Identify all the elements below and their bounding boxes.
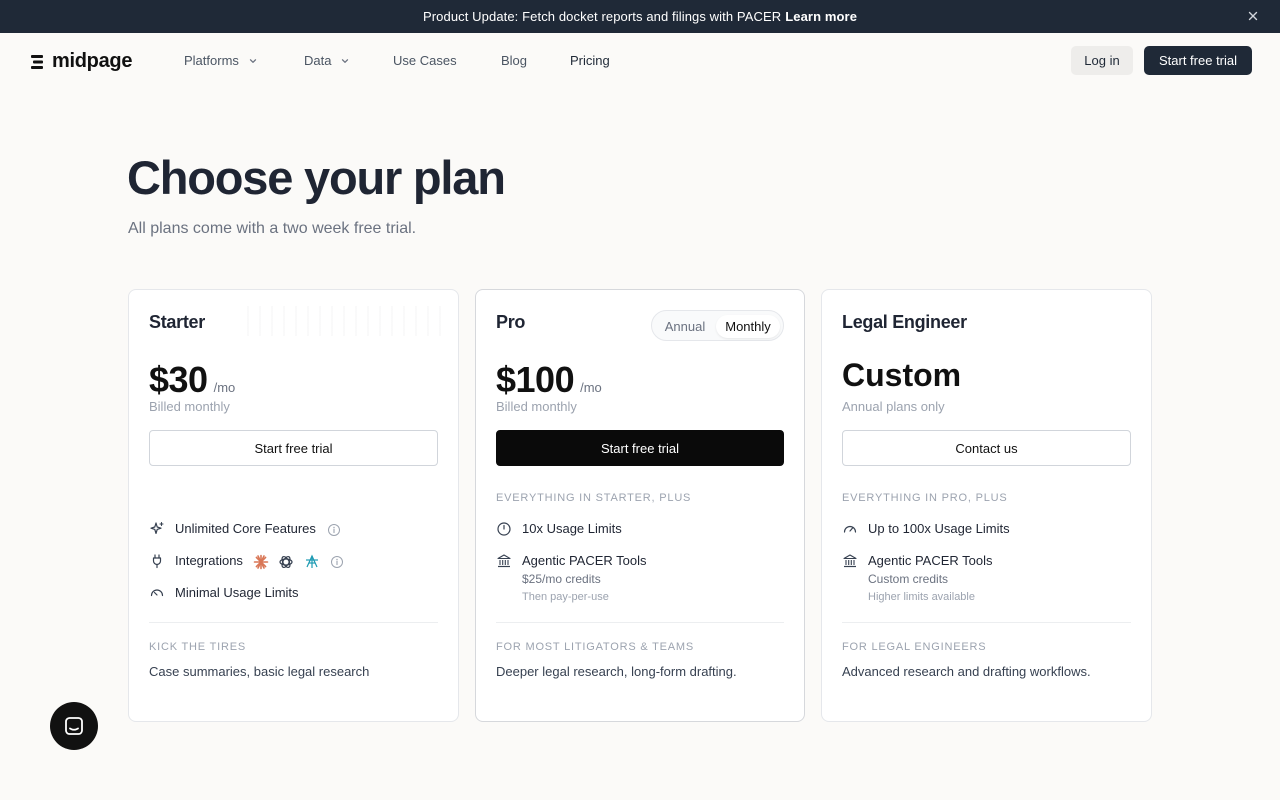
sparkle-icon xyxy=(149,521,165,537)
chevron-down-icon xyxy=(342,58,349,63)
start-free-trial-button[interactable]: Start free trial xyxy=(496,430,784,466)
bank-icon xyxy=(842,553,858,569)
plan-price: $30 /mo xyxy=(149,359,235,401)
login-button[interactable]: Log in xyxy=(1071,46,1133,75)
nav-item-label: Data xyxy=(304,53,332,68)
feature-text: Agentic PACER Tools xyxy=(522,553,647,568)
nav-item-label: Platforms xyxy=(184,53,239,68)
bank-icon xyxy=(496,553,512,569)
chat-icon xyxy=(65,717,83,735)
plan-card-pro: Pro Annual Monthly $100 /mo Billed month… xyxy=(475,289,805,722)
feature-subtext: $25/mo credits xyxy=(522,572,601,586)
plan-name: Starter xyxy=(149,312,205,332)
plan-name: Legal Engineer xyxy=(842,312,967,332)
billing-note: Annual plans only xyxy=(842,399,945,414)
price-amount: $30 xyxy=(149,359,208,400)
plan-price: $100 /mo xyxy=(496,359,602,401)
divider xyxy=(842,622,1131,623)
gauge-icon xyxy=(496,521,512,537)
logo[interactable]: midpage xyxy=(31,50,132,73)
price-period: /mo xyxy=(213,380,236,395)
announcement-banner: Product Update: Fetch docket reports and… xyxy=(0,0,1280,33)
divider xyxy=(149,622,438,623)
billing-note: Billed monthly xyxy=(149,399,230,414)
divider xyxy=(496,622,784,623)
plan-card-starter: Starter $30 /mo Billed monthly Start fre… xyxy=(128,289,459,722)
billing-note: Billed monthly xyxy=(496,399,577,414)
nav-item-label: Blog xyxy=(501,53,528,68)
info-icon[interactable] xyxy=(327,523,341,537)
nav-item-label: Pricing xyxy=(570,53,610,68)
claude-logo-icon xyxy=(253,554,269,570)
feature-text: Minimal Usage Limits xyxy=(175,585,299,600)
section-label: EVERYTHING IN PRO, PLUS xyxy=(842,492,1008,504)
feature-item: Agentic PACER Tools $25/mo credits Then … xyxy=(496,553,647,605)
section-label: EVERYTHING IN STARTER, PLUS xyxy=(496,492,692,504)
billing-period-toggle: Annual Monthly xyxy=(651,310,784,341)
feature-text: Agentic PACER Tools xyxy=(868,553,993,568)
feature-footnote: Then pay-per-use xyxy=(522,591,609,603)
banner-text: Product Update: Fetch docket reports and… xyxy=(422,9,782,24)
feature-text: Unlimited Core Features xyxy=(175,521,316,536)
logo-icon xyxy=(31,54,43,69)
gauge-icon xyxy=(842,521,858,537)
contact-us-button[interactable]: Contact us xyxy=(842,430,1131,466)
billing-toggle-annual[interactable]: Annual xyxy=(656,315,714,338)
info-icon[interactable] xyxy=(330,555,344,569)
gauge-icon xyxy=(149,585,165,601)
feature-item: Unlimited Core Features xyxy=(149,521,341,537)
feature-item: Agentic PACER Tools Custom credits Highe… xyxy=(842,553,993,605)
feature-text: 10x Usage Limits xyxy=(522,521,622,536)
start-free-trial-button[interactable]: Start free trial xyxy=(149,430,438,466)
plug-icon xyxy=(149,553,165,569)
feature-subtext: Custom credits xyxy=(868,572,949,586)
nav-item-data[interactable]: Data xyxy=(304,53,350,68)
banner-learn-more-link[interactable]: Learn more xyxy=(785,9,857,24)
feature-item: 10x Usage Limits xyxy=(496,521,622,537)
plan-audience-label: KICK THE TIRES xyxy=(149,641,246,653)
logo-text: midpage xyxy=(52,50,133,72)
price-period: /mo xyxy=(580,380,602,395)
feature-text: Up to 100x Usage Limits xyxy=(868,521,1010,536)
plan-audience-description: Case summaries, basic legal research xyxy=(149,664,370,679)
plan-name: Pro xyxy=(496,312,526,332)
plan-card-legal-engineer: Legal Engineer Custom Annual plans only … xyxy=(821,289,1152,722)
nav-item-pricing[interactable]: Pricing xyxy=(570,53,610,68)
billing-toggle-monthly[interactable]: Monthly xyxy=(716,315,780,338)
feature-text: Integrations xyxy=(175,553,243,568)
nav-item-use-cases[interactable]: Use Cases xyxy=(393,53,457,68)
feature-item: Integrations xyxy=(149,553,344,570)
plan-audience-label: FOR MOST LITIGATORS & TEAMS xyxy=(496,641,695,653)
openai-logo-icon xyxy=(278,554,294,570)
price-amount: $100 xyxy=(496,359,575,400)
nav-item-platforms[interactable]: Platforms xyxy=(184,53,258,68)
plan-audience-description: Advanced research and drafting workflows… xyxy=(842,664,1091,679)
chat-launcher-button[interactable] xyxy=(50,702,98,750)
nav-item-label: Use Cases xyxy=(393,53,457,68)
page-subtitle: All plans come with a two week free tria… xyxy=(128,220,417,237)
nav-item-blog[interactable]: Blog xyxy=(501,53,527,68)
plan-audience-label: FOR LEGAL ENGINEERS xyxy=(842,641,987,653)
copilot-logo-icon xyxy=(304,554,320,570)
page-title: Choose your plan xyxy=(127,151,506,204)
feature-item: Up to 100x Usage Limits xyxy=(842,521,1010,537)
feature-item: Minimal Usage Limits xyxy=(149,585,299,601)
decorative-pattern xyxy=(247,306,447,336)
price-amount: Custom xyxy=(842,357,962,393)
top-nav: midpage Platforms Data Use Cases Blog Pr… xyxy=(0,33,1280,89)
feature-footnote: Higher limits available xyxy=(868,591,975,603)
chevron-down-icon xyxy=(249,58,257,63)
plan-audience-description: Deeper legal research, long-form draftin… xyxy=(496,664,737,679)
close-icon[interactable] xyxy=(1246,9,1260,23)
start-free-trial-button[interactable]: Start free trial xyxy=(1144,46,1252,75)
